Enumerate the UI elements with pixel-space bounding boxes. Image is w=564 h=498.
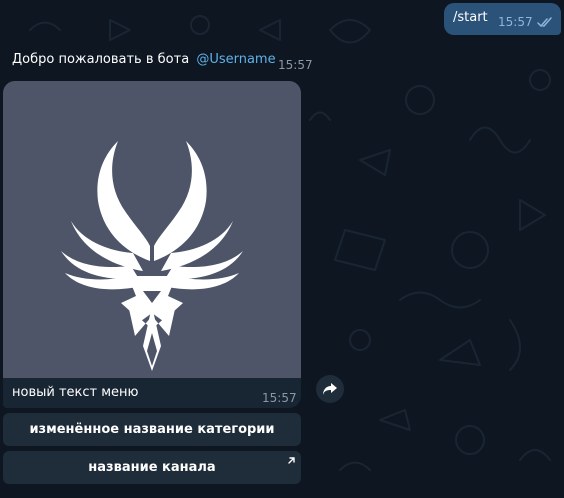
chat-area: /start 15:57 Добро пожаловать в бота @Us… xyxy=(0,0,564,498)
photo-message-bubble: новый текст меню 15:57 xyxy=(3,81,301,408)
photo-message-time: 15:57 xyxy=(262,391,297,405)
winged-emblem xyxy=(61,141,243,371)
forward-message-button[interactable] xyxy=(316,375,344,403)
double-check-icon xyxy=(537,14,555,33)
outgoing-message-text: /start xyxy=(453,10,488,25)
inline-button-channel-label: название канала xyxy=(88,460,216,475)
inline-button-channel[interactable]: название канала xyxy=(3,451,301,484)
welcome-message-text: Добро пожаловать в бота xyxy=(12,52,190,67)
outgoing-message-time: 15:57 xyxy=(498,15,533,29)
photo-caption: новый текст меню xyxy=(12,385,139,400)
inline-button-category[interactable]: изменённое название категории xyxy=(3,413,301,446)
menu-photo[interactable] xyxy=(3,81,301,378)
external-link-arrow-icon xyxy=(287,454,296,469)
inline-button-category-label: изменённое название категории xyxy=(29,422,275,437)
outgoing-message-bubble[interactable]: /start 15:57 xyxy=(444,3,561,35)
welcome-message: Добро пожаловать в бота @Username xyxy=(12,52,276,67)
username-mention-link[interactable]: @Username xyxy=(196,52,275,67)
share-arrow-icon xyxy=(323,383,337,395)
welcome-message-time: 15:57 xyxy=(278,58,313,72)
